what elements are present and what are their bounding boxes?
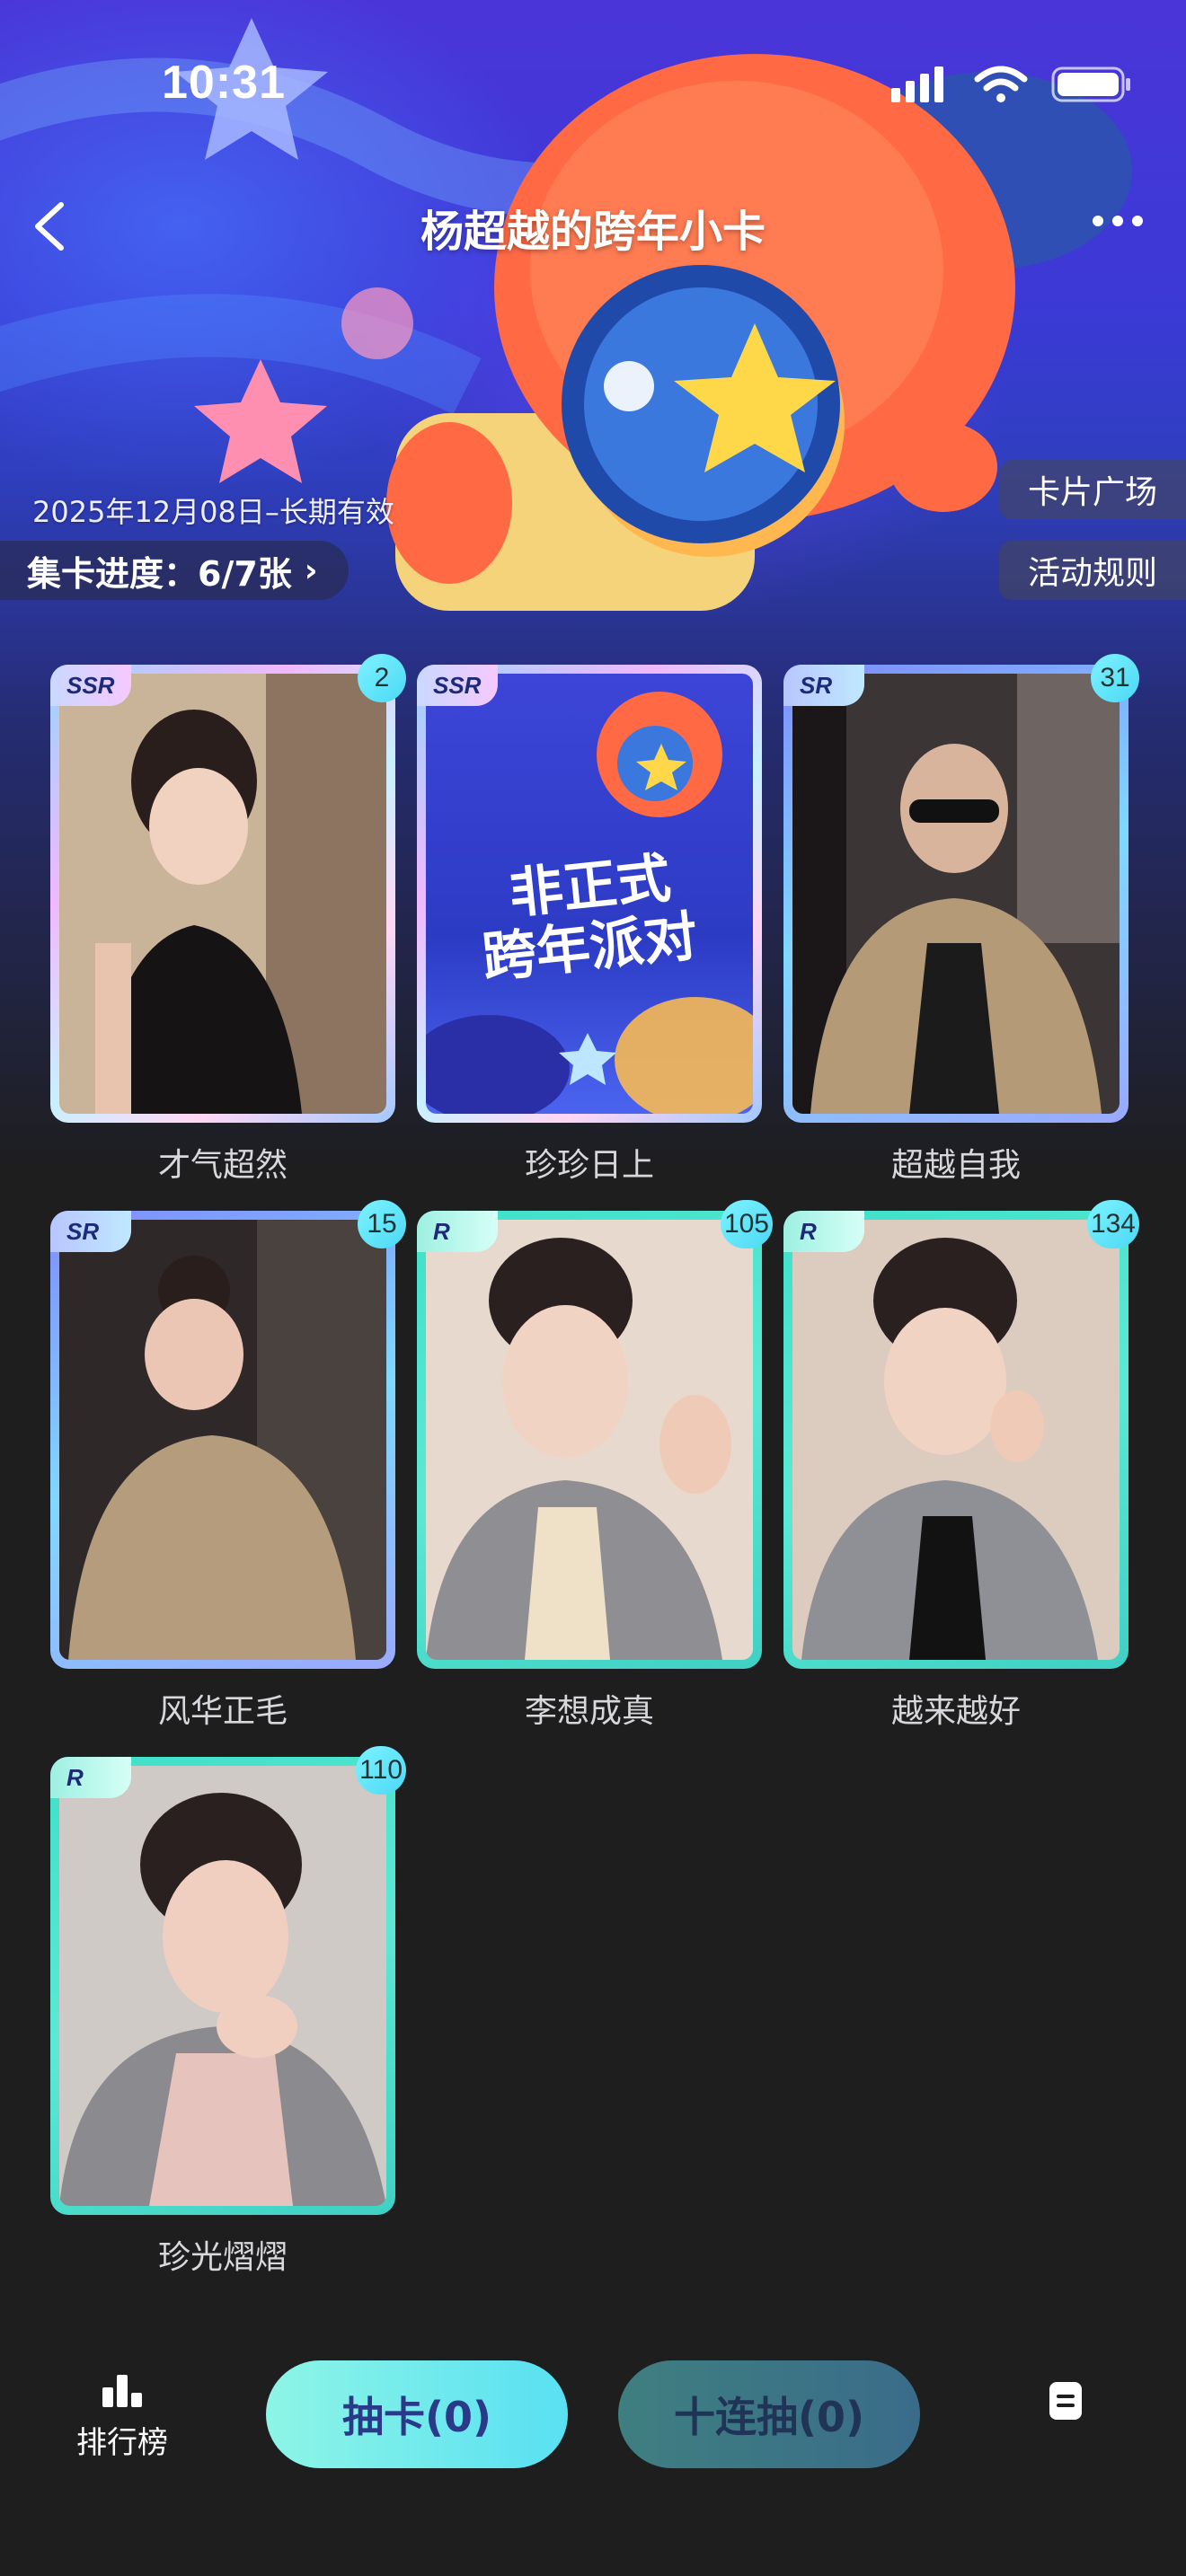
ranking-label: 排行榜	[76, 2425, 168, 2461]
card-frame[interactable]: R 110	[50, 1746, 406, 2215]
card-item[interactable]: SR 15 风华正毛	[50, 1200, 406, 1732]
card-name: 超越自我	[890, 1147, 1021, 1184]
card-photo	[426, 1220, 753, 1660]
page-title: 杨超越的跨年小卡	[420, 207, 766, 257]
count-badge: 31	[1091, 654, 1139, 702]
wifi-icon	[974, 66, 1028, 102]
card-name: 珍珍日上	[524, 1147, 654, 1184]
activity-rules-button[interactable]: 活动规则	[998, 541, 1186, 600]
status-icons	[891, 65, 1132, 104]
card-item[interactable]: SR 31 超越自我	[783, 654, 1139, 1186]
collection-progress-button[interactable]: 集卡进度：6/7张 ›	[0, 541, 349, 600]
signal-icon	[891, 66, 943, 102]
card-frame[interactable]: SR 15	[50, 1200, 406, 1669]
more-icon[interactable]	[1093, 216, 1143, 226]
draw-ten-button[interactable]: 十连抽(0)	[618, 2360, 920, 2468]
card-item[interactable]: R 134 越来越好	[783, 1200, 1139, 1732]
card-name: 越来越好	[890, 1693, 1021, 1730]
count-badge: 105	[720, 1200, 773, 1248]
card-photo	[59, 1220, 386, 1660]
rarity-badge: SSR	[417, 665, 498, 706]
rarity-badge: R	[783, 1211, 864, 1252]
rarity-badge: R	[50, 1757, 131, 1798]
count-badge: 134	[1086, 1200, 1139, 1248]
card-photo	[792, 674, 1120, 1114]
validity-date: 2025年12月08日–长期有效	[32, 495, 394, 529]
card-frame[interactable]: SR 31	[783, 654, 1139, 1123]
card-item[interactable]: R 110 珍光熠熠	[50, 1746, 406, 2278]
card-name: 珍光熠熠	[157, 2239, 288, 2276]
card-name: 才气超然	[157, 1147, 288, 1184]
ranking-icon	[102, 2375, 142, 2407]
card-frame[interactable]: 非正式 跨年派对 SSR	[417, 665, 762, 1123]
rarity-badge: SR	[783, 665, 864, 706]
ranking-button[interactable]: 排行榜	[75, 2373, 169, 2462]
card-plaza-button[interactable]: 卡片广场	[998, 460, 1186, 519]
count-badge: 110	[356, 1746, 406, 1795]
card-photo: 非正式 跨年派对	[426, 674, 753, 1114]
card-item[interactable]: SSR 2 才气超然	[50, 654, 406, 1186]
rarity-badge: SR	[50, 1211, 131, 1252]
card-photo	[792, 1220, 1120, 1660]
card-photo	[59, 1766, 386, 2206]
card-frame[interactable]: SSR 2	[50, 654, 406, 1123]
card-item[interactable]: R 105 李想成真	[417, 1200, 773, 1732]
card-name: 风华正毛	[157, 1693, 288, 1730]
card-frame[interactable]: R 134	[783, 1200, 1139, 1669]
card-photo	[59, 674, 386, 1114]
count-badge: 2	[358, 654, 406, 702]
card-frame[interactable]: R 105	[417, 1200, 773, 1669]
status-time: 10:31	[162, 57, 286, 109]
count-badge: 15	[358, 1200, 406, 1248]
rarity-badge: SSR	[50, 665, 131, 706]
record-icon[interactable]	[1048, 2380, 1084, 2422]
rarity-badge: R	[417, 1211, 498, 1252]
card-item[interactable]: 非正式 跨年派对 SSR 珍珍日上	[417, 665, 762, 1186]
progress-label: 集卡进度：6/7张	[27, 553, 292, 594]
card-name: 李想成真	[524, 1693, 654, 1730]
battery-icon	[1051, 66, 1130, 102]
chevron-right-icon: ›	[304, 551, 318, 589]
draw-one-button[interactable]: 抽卡(0)	[266, 2360, 568, 2468]
